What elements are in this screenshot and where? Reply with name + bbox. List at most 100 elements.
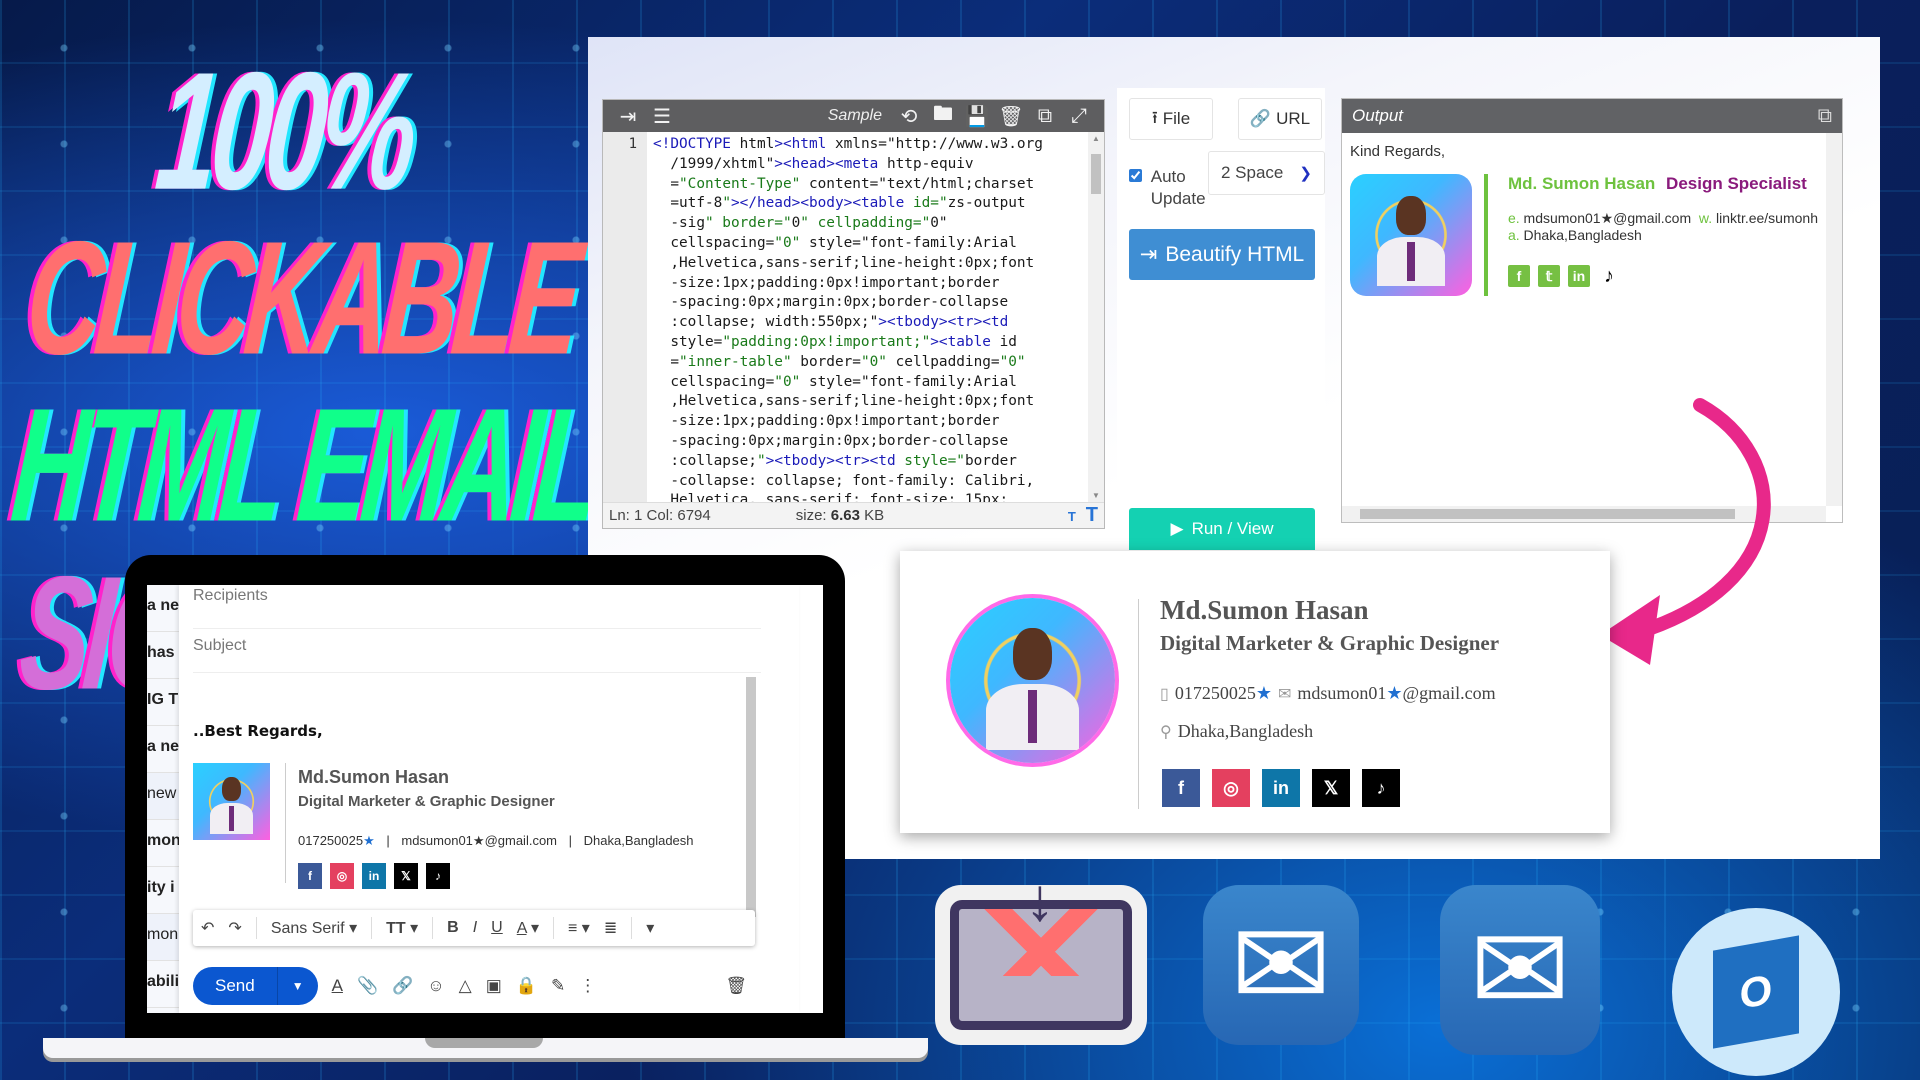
more-formatting-icon[interactable]: ▾ [646, 918, 654, 938]
signature-divider [285, 763, 286, 883]
auto-update-toggle[interactable]: Auto Update [1129, 166, 1211, 210]
expand-icon[interactable]: ⤢ [1062, 100, 1096, 132]
signature-title: Digital Marketer & Graphic Designer [298, 793, 555, 810]
web-link[interactable]: linktr.ee/sumonh [1716, 210, 1818, 226]
inbox-row[interactable]: a ne [147, 726, 179, 773]
twitter-icon[interactable]: 𝕥 [1537, 265, 1560, 287]
signature-divider [1138, 599, 1139, 809]
phone-link[interactable]: 017250025★ [298, 833, 375, 848]
link-icon[interactable]: 🔗 [392, 976, 413, 996]
editor-vertical-scrollbar[interactable]: ▲ ▼ [1088, 132, 1104, 502]
run-view-button[interactable]: ▶ Run / View [1129, 508, 1315, 550]
align-icon[interactable]: ≡ ▾ [568, 918, 590, 938]
subject-field[interactable]: Subject [193, 613, 761, 673]
facebook-icon[interactable]: f [298, 863, 322, 889]
increase-font-button[interactable]: T [1086, 504, 1098, 527]
underline-icon[interactable]: U [491, 919, 503, 937]
headline-line-1: 100% [150, 36, 420, 225]
confidential-icon[interactable]: 🔒 [516, 976, 537, 996]
redo-icon[interactable]: ↷ [228, 918, 241, 938]
drive-icon[interactable]: △ [459, 976, 472, 996]
text-color-icon[interactable]: A ▾ [517, 918, 539, 938]
scroll-up-arrow[interactable]: ▲ [1088, 134, 1104, 143]
line-gutter: 1 [603, 132, 647, 502]
sample-button[interactable]: Sample [818, 107, 892, 125]
signature-pen-icon[interactable]: ✎ [551, 976, 565, 996]
copy-icon[interactable]: ⧉ [1028, 100, 1062, 132]
scroll-down-arrow[interactable]: ▼ [1088, 491, 1104, 500]
upload-file-button[interactable]: ⭱ File [1129, 98, 1213, 140]
linkedin-icon[interactable]: in [1262, 769, 1300, 807]
indent-select[interactable]: 2 Space ❯ [1208, 151, 1325, 195]
inbox-row[interactable]: has l [147, 632, 179, 679]
upload-icon: ⭱ [1151, 107, 1158, 127]
line-number: 1 [628, 136, 637, 152]
inbox-row[interactable]: ity i [147, 867, 179, 914]
indent-icon[interactable]: ⇥ [611, 100, 645, 132]
load-url-button[interactable]: 🔗 URL [1238, 98, 1322, 140]
discard-draft-icon[interactable]: 🗑 [725, 976, 747, 996]
formatting-options-icon[interactable]: A [332, 976, 343, 996]
bold-icon[interactable]: B [447, 919, 459, 937]
facebook-icon[interactable]: f [1507, 265, 1530, 287]
inbox-row[interactable]: IG T [147, 679, 179, 726]
attach-icon[interactable]: 📎 [357, 976, 378, 996]
compose-scrollbar[interactable] [746, 677, 756, 917]
decrease-font-button[interactable]: T [1068, 509, 1076, 524]
font-size-controls: T T [1068, 504, 1098, 527]
instagram-icon[interactable]: ◎ [1212, 769, 1250, 807]
send-button[interactable]: Send ▼ [193, 967, 318, 1005]
formatting-toolbar: ↶ ↷ Sans Serif ▾ TT ▾ B I U A ▾ ≡ ▾ ≣ ▾ [193, 910, 755, 946]
code-line: :collapse;"><tbody><tr><td style="border [653, 452, 1017, 469]
code-line: :collapse; width:550px;"><tbody><tr><td [653, 314, 1009, 331]
folder-icon[interactable]: 🖿 [926, 100, 960, 132]
email-link[interactable]: mdsumon01★@gmail.com [401, 833, 557, 848]
output-title: Output [1352, 106, 1404, 125]
history-icon[interactable]: ⟲ [892, 100, 926, 132]
editor-toolbar: ⇥ ☰ Sample ⟲ 🖿 💾 🗑 ⧉ ⤢ [603, 100, 1104, 132]
open-external-icon[interactable]: ⧉ [1818, 105, 1832, 128]
mail-icon: ✉ [1277, 685, 1292, 703]
photo-icon[interactable]: ▣ [486, 976, 502, 996]
inbox-row[interactable]: abili [147, 961, 179, 1008]
tiktok-icon[interactable]: ♪ [426, 863, 450, 889]
x-icon[interactable]: 𝕏 [394, 863, 418, 889]
code-text[interactable]: <!DOCTYPE html><html xmlns="http://www.w… [647, 132, 1088, 502]
tiktok-icon[interactable]: ♪ [1598, 265, 1620, 287]
linkedin-icon[interactable]: in [1567, 265, 1590, 287]
font-size-icon[interactable]: TT ▾ [386, 918, 418, 938]
italic-icon[interactable]: I [473, 919, 477, 937]
menu-icon[interactable]: ☰ [645, 100, 679, 132]
code-line: ="inner-table" border="0" cellpadding="0… [653, 353, 1026, 370]
code-line: cellspacing="0" style="font-family:Arial [653, 234, 1017, 251]
undo-icon[interactable]: ↶ [201, 918, 214, 938]
gmail-screen: a ne has l IG T a ne new mon, ity i mon,… [147, 585, 823, 1013]
save-icon[interactable]: 💾 [960, 100, 994, 132]
phone-link[interactable]: 017250025★ [1175, 683, 1272, 704]
beautify-html-button[interactable]: ⇥ Beautify HTML [1129, 229, 1315, 280]
font-family-select[interactable]: Sans Serif ▾ [271, 918, 357, 938]
location-pin-icon: ⚲ [1160, 723, 1172, 741]
numbered-list-icon[interactable]: ≣ [604, 918, 617, 938]
inbox-row[interactable]: new [147, 773, 179, 820]
email-link[interactable]: mdsumon01★@gmail.com [1524, 210, 1692, 226]
auto-update-checkbox[interactable] [1129, 169, 1142, 182]
editor-body[interactable]: 1 <!DOCTYPE html><html xmlns="http://www… [603, 132, 1104, 502]
output-vertical-scrollbar[interactable] [1826, 133, 1842, 506]
x-icon[interactable]: 𝕏 [1312, 769, 1350, 807]
tiktok-icon[interactable]: ♪ [1362, 769, 1400, 807]
inbox-row[interactable]: mon, [147, 914, 179, 961]
email-link[interactable]: mdsumon01★@gmail.com [1297, 683, 1495, 704]
linkedin-icon[interactable]: in [362, 863, 386, 889]
facebook-icon[interactable]: f [1162, 769, 1200, 807]
inbox-row[interactable]: mon, [147, 820, 179, 867]
trash-icon[interactable]: 🗑 [994, 100, 1028, 132]
send-options-icon[interactable]: ▼ [278, 979, 318, 993]
instagram-icon[interactable]: ◎ [330, 863, 354, 889]
laptop-notch [425, 1038, 543, 1048]
more-options-icon[interactable]: ⋮ [579, 976, 596, 996]
emoji-icon[interactable]: ☺ [427, 976, 444, 996]
inbox-row[interactable]: a ne [147, 585, 179, 632]
mail-icon: ✉ [1203, 885, 1359, 1045]
scroll-thumb[interactable] [1091, 154, 1101, 194]
